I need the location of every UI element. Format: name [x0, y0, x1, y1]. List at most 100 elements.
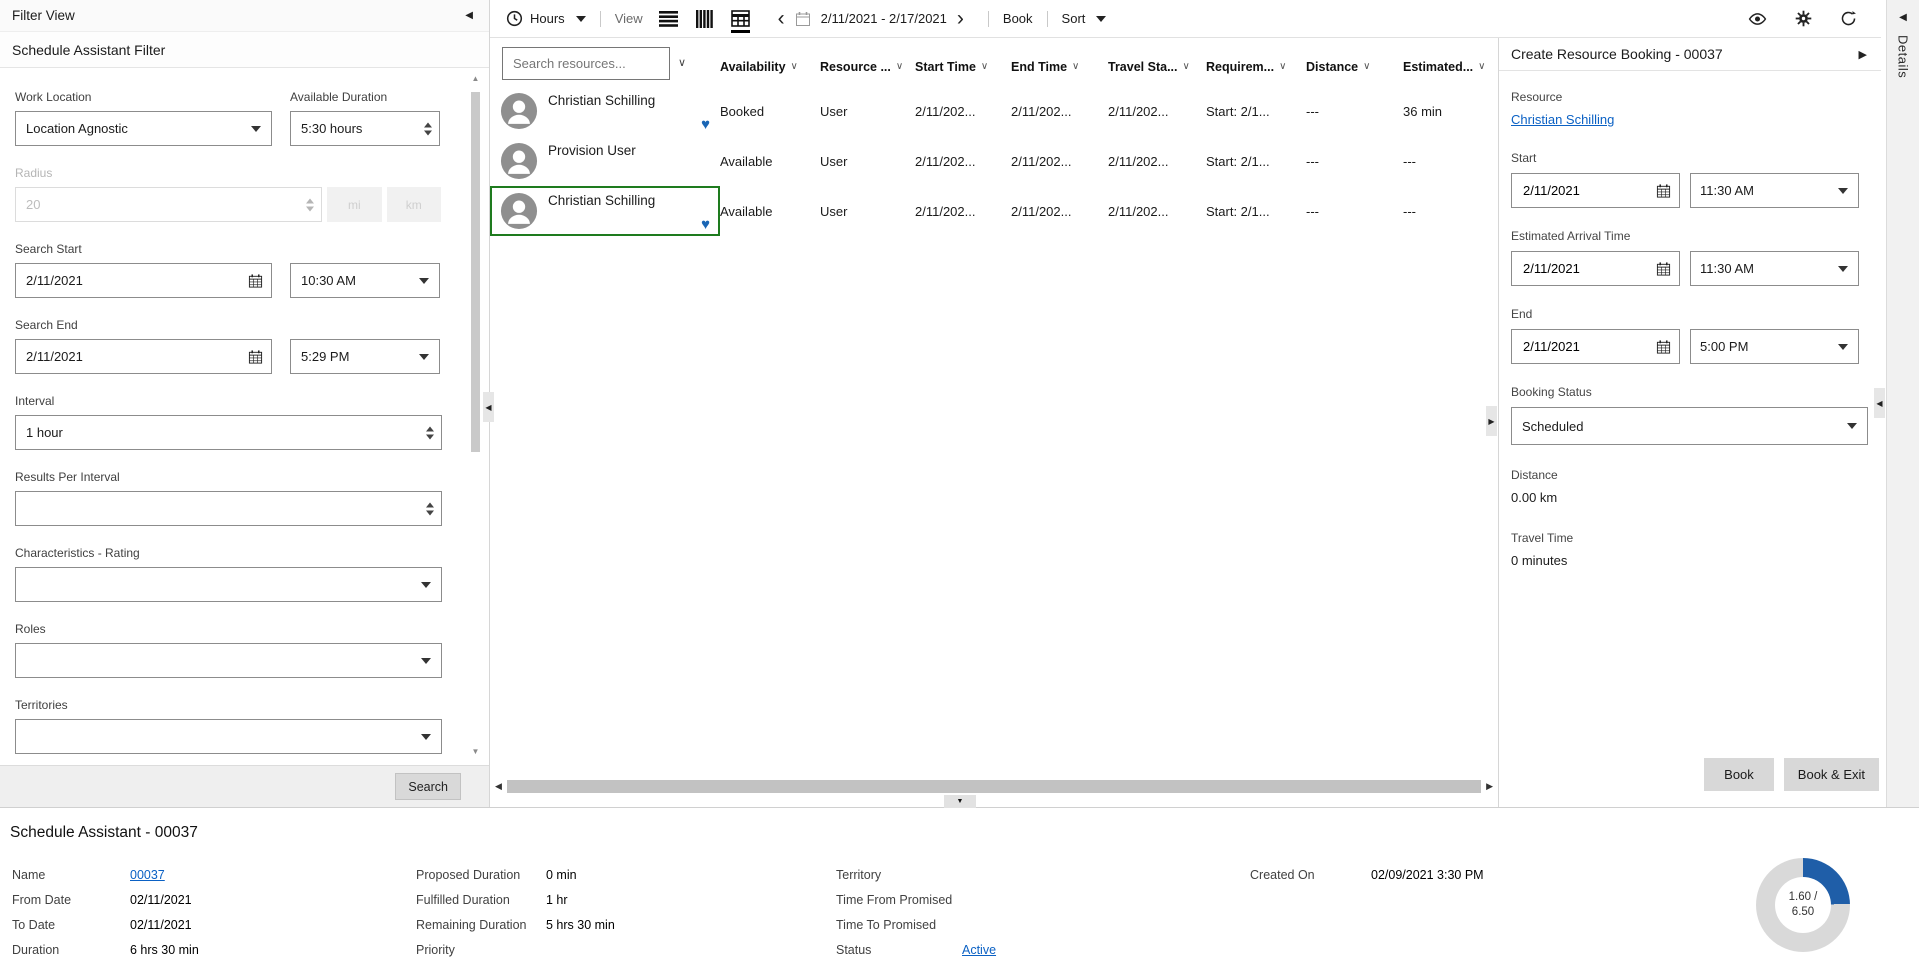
- panel-expand-icon[interactable]: ▶: [1859, 48, 1867, 61]
- column-header-estimated[interactable]: Estimated...∨: [1403, 47, 1498, 80]
- calendar-icon[interactable]: [248, 349, 263, 364]
- estimated-arrival-date-value[interactable]: [1521, 260, 1653, 277]
- date-range-label[interactable]: 2/11/2021 - 2/17/2021: [821, 11, 947, 26]
- travel-time-value: 0 minutes: [1511, 553, 1869, 568]
- scroll-right-icon[interactable]: ▶: [1484, 781, 1495, 792]
- booking-status-label: Booking Status: [1511, 385, 1869, 399]
- book-and-exit-button[interactable]: Book & Exit: [1784, 758, 1879, 791]
- interval-stepper[interactable]: 1 hour: [15, 415, 442, 450]
- gantt-view-icon[interactable]: [696, 10, 713, 28]
- resource-search-field[interactable]: [502, 47, 670, 80]
- table-row[interactable]: Christian Schilling ♥ Available User 2/1…: [490, 186, 1498, 236]
- calendar-icon[interactable]: [1656, 339, 1671, 354]
- estimated-arrival-date-field[interactable]: [1511, 251, 1680, 286]
- search-start-date-field[interactable]: [15, 263, 272, 298]
- work-location-select[interactable]: Location Agnostic: [15, 111, 272, 146]
- column-header-travel-start[interactable]: Travel Sta...∨: [1108, 47, 1206, 80]
- roles-select[interactable]: [15, 643, 442, 678]
- horizontal-scrollbar[interactable]: ◀ ▶: [490, 778, 1498, 795]
- scroll-down-icon[interactable]: ▼: [472, 747, 480, 757]
- calendar-icon[interactable]: [1656, 183, 1671, 198]
- resource-name-cell[interactable]: Provision User: [490, 136, 720, 186]
- end-time-select[interactable]: 5:00 PM: [1690, 329, 1859, 364]
- stepper-icon[interactable]: [426, 502, 434, 515]
- resource-name-cell[interactable]: Christian Schilling ♥: [490, 86, 720, 136]
- fulfilled-duration-label: Fulfilled Duration: [416, 893, 546, 907]
- filter-panel-splitter[interactable]: ◀: [483, 392, 494, 422]
- end-time-value: 5:00 PM: [1700, 339, 1748, 354]
- expand-details-icon[interactable]: ◀: [1899, 12, 1907, 23]
- start-date-value[interactable]: [1521, 182, 1653, 199]
- availability-cell: Available: [720, 186, 820, 236]
- filter-collapse-icon[interactable]: ◀: [465, 10, 473, 21]
- board-toolbar: Hours View ‹ 2/11/2021 - 2/17/2021 › Boo…: [490, 0, 1881, 38]
- search-end-date-field[interactable]: [15, 339, 272, 374]
- booking-status-select[interactable]: Scheduled: [1511, 407, 1868, 445]
- end-date-field[interactable]: [1511, 329, 1680, 364]
- characteristics-rating-select[interactable]: [15, 567, 442, 602]
- search-end-time-select[interactable]: 5:29 PM: [290, 339, 440, 374]
- column-header-end-time[interactable]: End Time∨: [1011, 47, 1108, 80]
- table-row[interactable]: Provision User Available User 2/11/202..…: [490, 136, 1498, 186]
- avatar: [500, 142, 538, 180]
- list-view-icon[interactable]: [659, 11, 678, 27]
- search-options-chevron-icon[interactable]: ∨: [678, 56, 686, 69]
- calendar-icon[interactable]: [248, 273, 263, 288]
- results-per-interval-value[interactable]: [26, 501, 415, 516]
- bottom-panel-collapse-tab[interactable]: ▼: [944, 795, 976, 808]
- summary-title: Schedule Assistant - 00037: [10, 824, 198, 842]
- to-date-value: 02/11/2021: [130, 918, 192, 932]
- filter-scrollbar[interactable]: ▲ ▼: [469, 74, 482, 757]
- previous-period-button[interactable]: ‹: [778, 8, 785, 29]
- end-date-value[interactable]: [1521, 338, 1653, 355]
- search-input[interactable]: [511, 55, 661, 72]
- radius-input: [15, 187, 322, 222]
- start-time-select[interactable]: 11:30 AM: [1690, 173, 1859, 208]
- sort-button[interactable]: Sort: [1062, 11, 1107, 26]
- scrollbar-thumb[interactable]: [507, 780, 1481, 793]
- estimated-arrival-time-select[interactable]: 11:30 AM: [1690, 251, 1859, 286]
- calendar-icon[interactable]: [1656, 261, 1671, 276]
- refresh-icon[interactable]: [1840, 10, 1857, 27]
- stepper-icon[interactable]: [424, 122, 432, 135]
- resource-name-cell-selected[interactable]: Christian Schilling ♥: [490, 186, 720, 236]
- details-panel-splitter[interactable]: ◀: [1874, 388, 1885, 418]
- column-header-distance[interactable]: Distance∨: [1306, 47, 1403, 80]
- calendar-icon[interactable]: [795, 11, 811, 27]
- hours-scale-select[interactable]: Hours: [506, 10, 586, 27]
- search-start-time-select[interactable]: 10:30 AM: [290, 263, 440, 298]
- main-workspace: Filter View ◀ Schedule Assistant Filter …: [0, 0, 1919, 808]
- fulfilled-duration-value: 1 hr: [546, 893, 568, 907]
- details-tab-label[interactable]: Details: [1896, 35, 1911, 78]
- column-header-resource[interactable]: Resource ...∨: [820, 47, 915, 80]
- table-row[interactable]: Christian Schilling ♥ Booked User 2/11/2…: [490, 86, 1498, 136]
- name-value-link[interactable]: 00037: [130, 868, 165, 882]
- search-button[interactable]: Search: [395, 773, 461, 800]
- scroll-up-icon[interactable]: ▲: [472, 74, 480, 84]
- book-button[interactable]: Book: [1704, 758, 1774, 791]
- column-header-start-time[interactable]: Start Time∨: [915, 47, 1011, 80]
- chevron-down-icon: [1096, 16, 1106, 22]
- results-per-interval-stepper[interactable]: [15, 491, 442, 526]
- stepper-icon[interactable]: [426, 426, 434, 439]
- territories-select[interactable]: [15, 719, 442, 754]
- resource-link[interactable]: Christian Schilling: [1511, 112, 1614, 127]
- column-header-requirement[interactable]: Requirem...∨: [1206, 47, 1306, 80]
- search-end-date-value[interactable]: [26, 349, 245, 364]
- details-side-tab[interactable]: ◀ Details: [1886, 0, 1919, 807]
- scrollbar-thumb[interactable]: [471, 92, 480, 452]
- gear-icon[interactable]: [1795, 10, 1812, 27]
- available-duration-stepper[interactable]: 5:30 hours: [290, 111, 440, 146]
- chevron-down-icon: ▼: [957, 798, 964, 805]
- next-period-button[interactable]: ›: [957, 8, 964, 29]
- grid-view-icon[interactable]: [731, 10, 750, 33]
- eye-icon[interactable]: [1748, 12, 1767, 26]
- summary-column-3: Territory Time From Promised Time To Pro…: [836, 862, 996, 962]
- start-date-field[interactable]: [1511, 173, 1680, 208]
- book-toolbar-button[interactable]: Book: [1003, 11, 1033, 26]
- column-header-availability[interactable]: Availability∨: [720, 47, 820, 80]
- status-value-link[interactable]: Active: [962, 943, 996, 957]
- search-start-date-value[interactable]: [26, 273, 245, 288]
- booking-panel-splitter[interactable]: ▶: [1486, 406, 1497, 436]
- scroll-left-icon[interactable]: ◀: [493, 781, 504, 792]
